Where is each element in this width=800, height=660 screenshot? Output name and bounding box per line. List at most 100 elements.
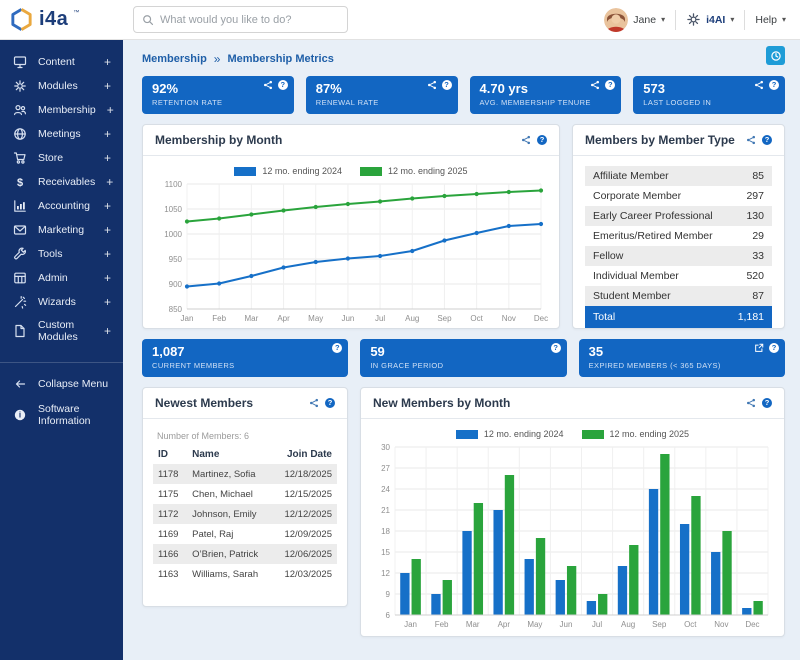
svg-text:May: May [308, 314, 323, 323]
table-cell: 1178 [153, 464, 187, 484]
member-type-label: Emeritus/Retired Member [593, 230, 713, 242]
svg-text:Jun: Jun [560, 620, 573, 629]
svg-text:Oct: Oct [470, 314, 483, 323]
svg-text:Jan: Jan [181, 314, 194, 323]
i4ai-menu[interactable]: i4AI ▾ [686, 12, 734, 27]
help-icon[interactable]: ? [537, 135, 547, 145]
svg-text:Sep: Sep [652, 620, 667, 629]
envelope-icon [13, 223, 27, 237]
chevron-down-icon: ▾ [730, 15, 734, 24]
table-cell: 12/15/2025 [272, 484, 337, 504]
sidebar-item-tools[interactable]: Tools + [0, 242, 123, 266]
share-nodes-icon[interactable] [754, 80, 764, 90]
column-header: Name [187, 445, 272, 464]
legend-swatch [234, 167, 256, 176]
global-search[interactable] [133, 6, 348, 33]
share-nodes-icon[interactable] [746, 135, 756, 145]
sidebar-collapse-menu[interactable]: Collapse Menu [0, 371, 123, 397]
kpi-card-avg-membership-tenure: 4.70 yrsAVG. MEMBERSHIP TENURE ? [470, 76, 622, 114]
user-menu[interactable]: Jane ▾ [604, 8, 665, 32]
table-cell: Patel, Raj [187, 524, 272, 544]
member-type-rows: Affiliate Member85Corporate Member297Ear… [573, 156, 784, 306]
member-type-row: Fellow33 [585, 246, 772, 266]
app-logo[interactable]: i4a™ [0, 7, 123, 32]
member-type-total-row: Total 1,181 [585, 306, 772, 328]
breadcrumb-membership[interactable]: Membership [142, 53, 207, 65]
sidebar-item-accounting[interactable]: Accounting+ [0, 194, 123, 218]
member-type-value: 297 [746, 190, 764, 202]
share-nodes-icon[interactable] [309, 398, 319, 408]
kpi-label: EXPIRED MEMBERS (< 365 DAYS) [589, 361, 775, 370]
share-nodes-icon[interactable] [427, 80, 437, 90]
table-cell: 12/03/2025 [272, 564, 337, 584]
svg-text:30: 30 [381, 443, 390, 452]
sidebar-item-label: Content [38, 56, 75, 68]
svg-text:1050: 1050 [164, 205, 182, 214]
member-type-value: 33 [752, 250, 764, 262]
svg-text:Sep: Sep [437, 314, 452, 323]
svg-text:Feb: Feb [435, 620, 449, 629]
table-cell: 1169 [153, 524, 187, 544]
help-icon[interactable]: ? [769, 80, 779, 90]
kpi-card-retention-rate: 92%RETENTION RATE ? [142, 76, 294, 114]
quick-access-button[interactable] [766, 46, 785, 65]
sidebar-item-custom-modules[interactable]: Custom Modules+ [0, 314, 123, 348]
panel-header-icons: ? [746, 398, 772, 408]
svg-text:950: 950 [169, 255, 183, 264]
breadcrumb-membership-metrics[interactable]: Membership Metrics [227, 53, 333, 65]
breadcrumb: Membership » Membership Metrics [142, 48, 785, 70]
share-nodes-icon[interactable] [590, 80, 600, 90]
legend-item: 12 mo. ending 2024 [456, 429, 564, 439]
kpi-label: AVG. MEMBERSHIP TENURE [480, 98, 612, 107]
newest-members-table: IDNameJoin Date 1178Martinez, Sofia12/18… [153, 445, 337, 584]
help-icon[interactable]: ? [325, 398, 335, 408]
member-type-label: Individual Member [593, 270, 679, 282]
sidebar-item-membership[interactable]: Membership+ [0, 98, 123, 122]
expand-icon: + [104, 223, 111, 237]
help-icon[interactable]: ? [442, 80, 452, 90]
expand-icon: + [104, 247, 111, 261]
help-icon[interactable]: ? [278, 80, 288, 90]
svg-text:Nov: Nov [714, 620, 728, 629]
new-members-by-month-panel: New Members by Month ? 12 mo. ending 202… [360, 387, 785, 637]
panel-header-icons: ? [521, 135, 547, 145]
sidebar-software-information[interactable]: iSoftware Information [0, 397, 123, 433]
sidebar-item-label: Modules [38, 80, 78, 92]
share-nodes-icon[interactable] [521, 135, 531, 145]
external-link-icon[interactable] [754, 343, 764, 353]
help-icon[interactable]: ? [769, 343, 779, 353]
help-icon[interactable]: ? [605, 80, 615, 90]
sidebar-item-content[interactable]: Content+ [0, 50, 123, 74]
help-icon[interactable]: ? [762, 135, 772, 145]
help-menu[interactable]: Help ▾ [755, 14, 786, 26]
logo-text: i4a [39, 8, 68, 31]
sidebar-item-modules[interactable]: Modules+ [0, 74, 123, 98]
sidebar-item-store[interactable]: Store+ [0, 146, 123, 170]
sidebar-item-admin[interactable]: Admin+ [0, 266, 123, 290]
sidebar-item-label: Tools [38, 248, 63, 260]
help-icon[interactable]: ? [332, 343, 342, 353]
sidebar-item-wizards[interactable]: Wizards+ [0, 290, 123, 314]
panel-title: New Members by Month [373, 396, 510, 410]
svg-text:18: 18 [381, 527, 390, 536]
kpi-label: IN GRACE PERIOD [370, 361, 556, 370]
expand-icon: + [104, 295, 111, 309]
table-row: 1175Chen, Michael12/15/2025 [153, 484, 337, 504]
expand-icon: + [104, 324, 111, 338]
panel-header: New Members by Month ? [361, 388, 784, 419]
help-icon[interactable]: ? [551, 343, 561, 353]
svg-text:1100: 1100 [165, 180, 183, 189]
search-input[interactable] [160, 14, 339, 26]
table-cell: 1166 [153, 544, 187, 564]
help-icon[interactable]: ? [762, 398, 772, 408]
share-nodes-icon[interactable] [263, 80, 273, 90]
svg-text:15: 15 [381, 548, 390, 557]
sidebar-item-receivables[interactable]: $Receivables+ [0, 170, 123, 194]
kpi-icons: ? [590, 80, 615, 90]
share-nodes-icon[interactable] [746, 398, 756, 408]
sidebar-item-marketing[interactable]: Marketing+ [0, 218, 123, 242]
table-cell: 12/12/2025 [272, 504, 337, 524]
sidebar-item-meetings[interactable]: Meetings+ [0, 122, 123, 146]
member-type-label: Corporate Member [593, 190, 681, 202]
panel-header: Newest Members ? [143, 388, 347, 419]
